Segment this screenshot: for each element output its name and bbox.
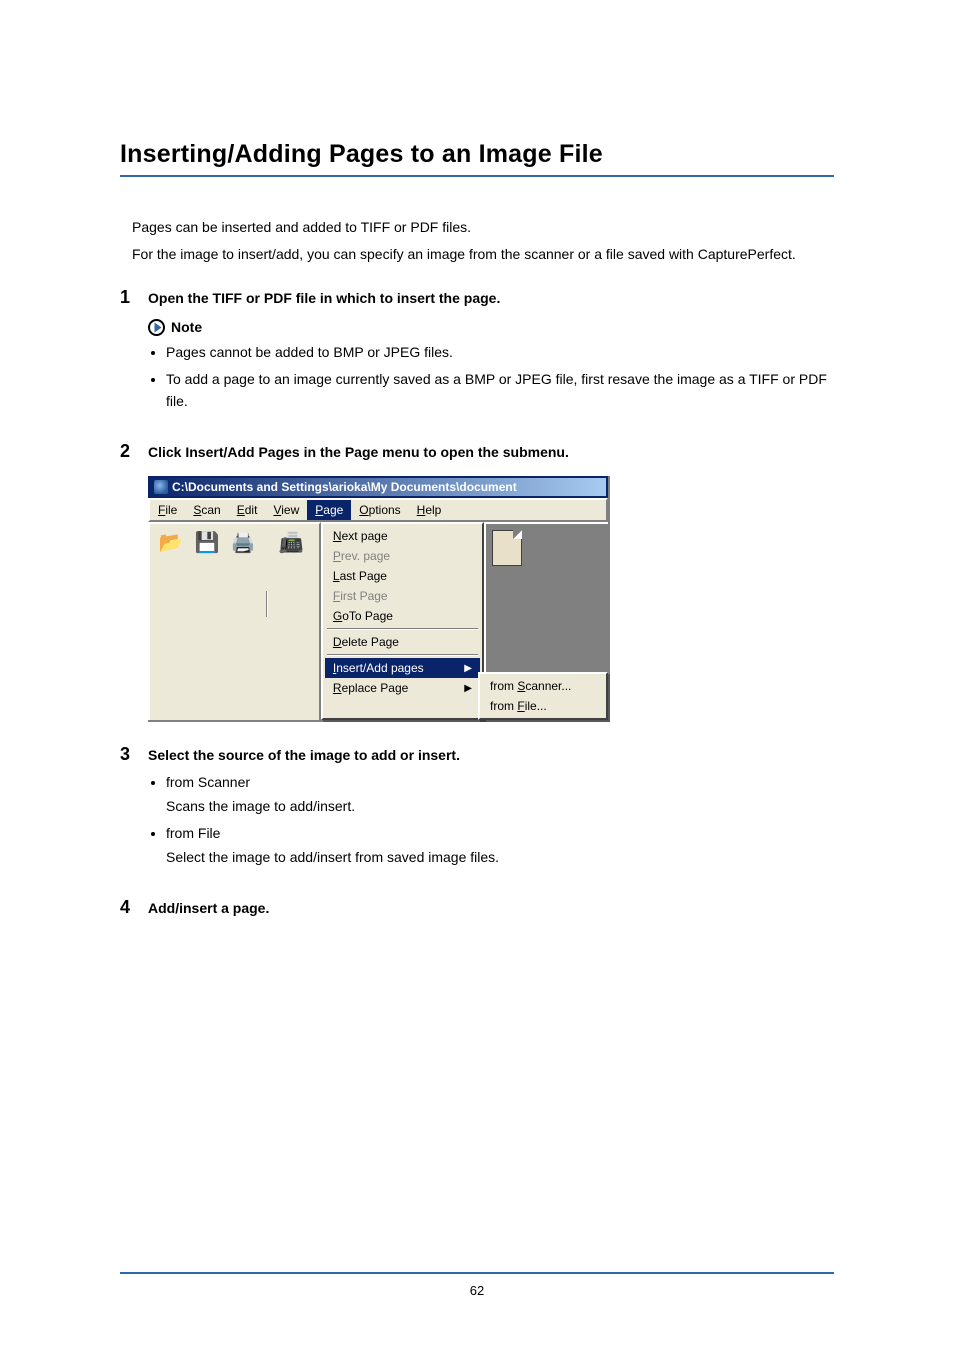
step-number: 2 (120, 441, 130, 462)
thumbnail-pane: from Scanner... from File... (484, 522, 608, 720)
menu-options[interactable]: Options (351, 500, 408, 520)
menu-scan[interactable]: Scan (185, 500, 228, 520)
insert-submenu: from Scanner... from File... (478, 672, 608, 720)
footer-rule (120, 1272, 834, 1274)
submenu-from-file[interactable]: from File... (482, 696, 604, 716)
submenu-from-scanner[interactable]: from Scanner... (482, 676, 604, 696)
page-title: Inserting/Adding Pages to an Image File (120, 140, 834, 169)
page-number: 62 (0, 1283, 954, 1298)
toolbar-open-icon[interactable]: 📂 (156, 528, 186, 556)
step-number: 4 (120, 897, 130, 918)
intro-p2: For the image to insert/add, you can spe… (132, 244, 834, 265)
app-icon (154, 480, 168, 494)
option-desc: Select the image to add/insert from save… (166, 847, 834, 869)
menu-delete-page[interactable]: Delete Page (325, 632, 480, 652)
toolbar-save-icon[interactable]: 💾 (192, 528, 222, 556)
menu-first-page: First Page (325, 586, 480, 606)
titlebar: C:\Documents and Settings\arioka\My Docu… (148, 476, 608, 498)
note-icon (148, 319, 165, 336)
option-desc: Scans the image to add/insert. (166, 796, 834, 818)
menu-insert-add-pages[interactable]: Insert/Add pages ▶ (325, 658, 480, 678)
note-bullet: To add a page to an image currently save… (166, 369, 834, 412)
menu-view[interactable]: View (265, 500, 307, 520)
app-screenshot: C:\Documents and Settings\arioka\My Docu… (148, 476, 610, 722)
intro-block: Pages can be inserted and added to TIFF … (120, 217, 834, 265)
intro-p1: Pages can be inserted and added to TIFF … (132, 217, 834, 238)
option-name: from Scanner (166, 774, 250, 790)
page-thumbnail-icon[interactable] (492, 530, 522, 566)
menu-prev-page: Prev. page (325, 546, 480, 566)
toolbar: 📂 💾 🖨️ 📠 (148, 522, 321, 720)
note-heading: Note (148, 319, 834, 336)
menu-goto-page[interactable]: GoTo Page (325, 606, 480, 626)
menu-edit[interactable]: Edit (229, 500, 266, 520)
titlebar-text: C:\Documents and Settings\arioka\My Docu… (172, 480, 517, 494)
menu-page[interactable]: Page (307, 500, 351, 520)
step-4-head: Add/insert a page. (148, 897, 834, 919)
step-3-head: Select the source of the image to add or… (148, 744, 834, 766)
note-label: Note (171, 319, 202, 335)
page-dropdown: Next page Prev. page Last Page First Pag… (321, 522, 484, 720)
toolbar-print-icon[interactable]: 🖨️ (228, 528, 258, 556)
menu-file[interactable]: File (150, 500, 185, 520)
menu-replace-page[interactable]: Replace Page ▶ (325, 678, 480, 698)
title-rule (120, 175, 834, 177)
toolbar-divider (266, 591, 268, 617)
option-item: from Scanner Scans the image to add/inse… (166, 772, 834, 817)
menu-next-page[interactable]: Next page (325, 526, 480, 546)
menu-separator (327, 654, 478, 656)
option-name: from File (166, 825, 220, 841)
menu-last-page[interactable]: Last Page (325, 566, 480, 586)
step-number: 1 (120, 287, 130, 308)
menu-separator (327, 628, 478, 630)
submenu-arrow-icon: ▶ (464, 663, 472, 674)
menu-help[interactable]: Help (409, 500, 450, 520)
option-item: from File Select the image to add/insert… (166, 823, 834, 868)
submenu-arrow-icon: ▶ (464, 683, 472, 694)
step-1-head: Open the TIFF or PDF file in which to in… (148, 287, 834, 309)
toolbar-scanner-icon[interactable]: 📠 (276, 528, 306, 556)
note-bullet: Pages cannot be added to BMP or JPEG fil… (166, 342, 834, 364)
step-2-head: Click Insert/Add Pages in the Page menu … (148, 441, 834, 463)
step-number: 3 (120, 744, 130, 765)
